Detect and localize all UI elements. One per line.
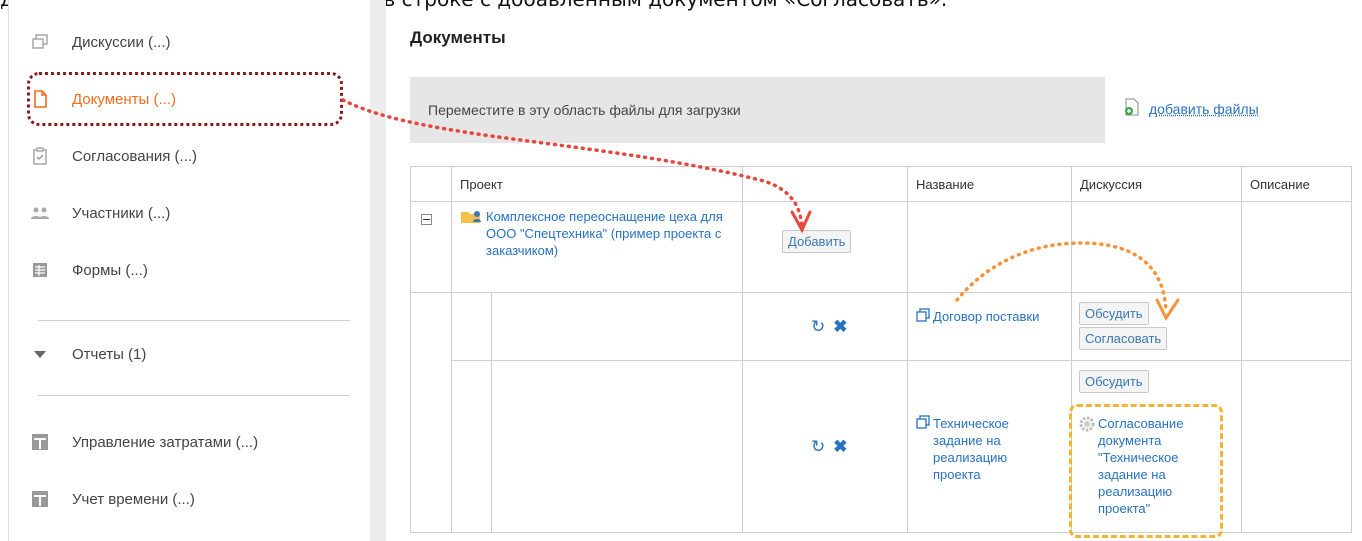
red-dotted-arrow: [341, 98, 804, 228]
orange-arrowhead: [1155, 298, 1180, 321]
red-arrowhead: [790, 210, 812, 234]
annotation-arrows: [341, 98, 1180, 321]
orange-dotted-arrow: [955, 241, 1168, 314]
